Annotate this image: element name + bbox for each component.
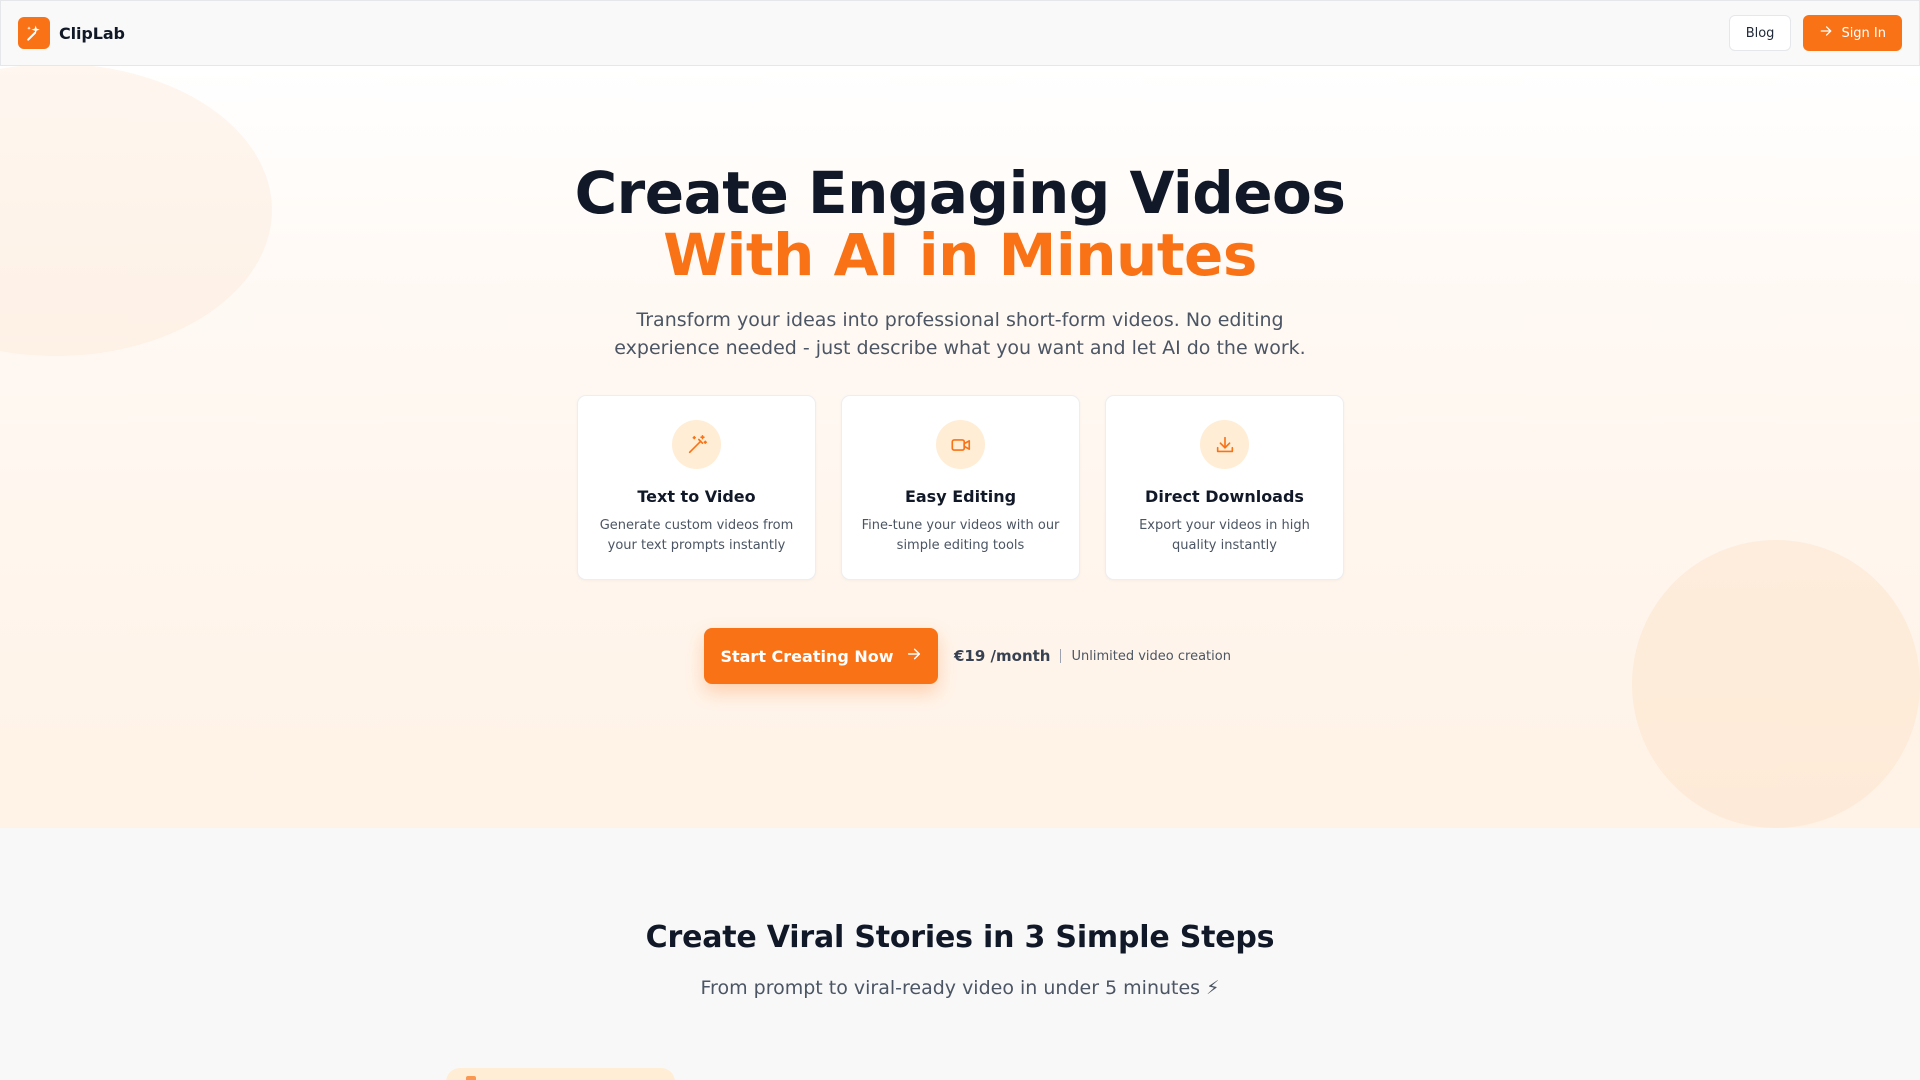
price-note: Unlimited video creation [1071,648,1231,664]
top-navbar: ClipLab Blog Sign In [0,0,1920,66]
download-icon [1200,420,1249,469]
price-divider [1060,649,1062,663]
feature-title: Easy Editing [904,487,1017,506]
hero-section: Create Engaging Videos With AI in Minute… [0,66,1920,828]
step-badge [446,1068,675,1080]
magic-wand-icon [672,420,721,469]
feature-description: Export your videos in high quality insta… [1139,518,1310,553]
feature-title: Text to Video [637,487,756,506]
steps-title: Create Viral Stories in 3 Simple Steps [645,920,1275,955]
hero-title-line1: Create Engaging Videos [574,159,1346,227]
feature-title: Direct Downloads [1145,487,1304,506]
cta-row: Start Creating Now €19 /month Unlimited … [704,628,1231,684]
start-creating-button[interactable]: Start Creating Now [704,628,938,684]
steps-subtitle: From prompt to viral-ready video in unde… [700,977,1220,999]
feature-card-easy-editing: Easy Editing Fine-tune your videos with … [841,395,1080,580]
feature-card-direct-downloads: Direct Downloads Export your videos in h… [1105,395,1344,580]
feature-description: Fine-tune your videos with our simple ed… [861,518,1060,553]
step-badge-icon [466,1076,476,1080]
feature-cards: Text to Video Generate custom videos fro… [577,395,1344,580]
brand-name: ClipLab [59,23,125,43]
feature-description: Generate custom videos from your text pr… [599,518,794,553]
hero-subtitle: Transform your ideas into professional s… [614,309,1306,359]
arrow-right-icon [906,646,922,666]
sign-in-button[interactable]: Sign In [1803,15,1902,51]
sign-in-label: Sign In [1841,25,1886,41]
blog-button[interactable]: Blog [1728,15,1792,51]
price-label: €19 /month [954,647,1051,665]
feature-card-text-to-video: Text to Video Generate custom videos fro… [577,395,816,580]
video-camera-icon [936,420,985,469]
logo-icon [18,17,50,49]
nav-actions: Blog Sign In [1728,15,1902,51]
hero-title-line2: With AI in Minutes [663,221,1257,289]
brand[interactable]: ClipLab [18,17,125,49]
start-creating-label: Start Creating Now [720,646,894,666]
arrow-right-icon [1819,24,1833,42]
hero-title: Create Engaging Videos With AI in Minute… [0,162,1920,286]
decorative-blob-right [1632,540,1920,828]
steps-section: Create Viral Stories in 3 Simple Steps F… [0,828,1920,1080]
